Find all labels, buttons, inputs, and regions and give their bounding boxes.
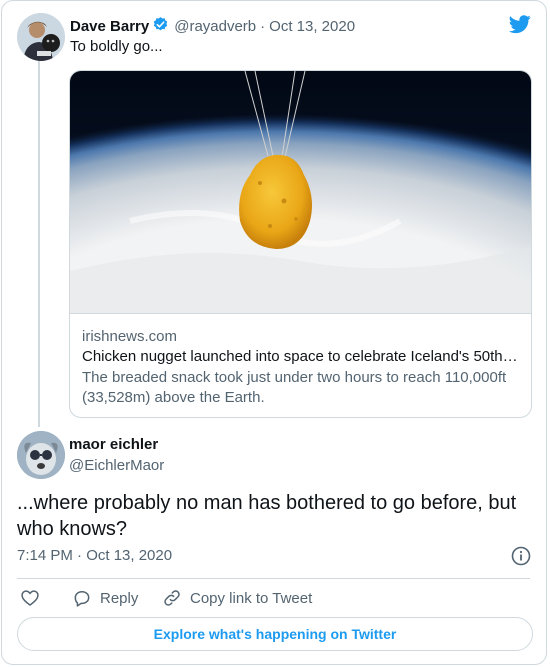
actions-divider <box>17 578 530 579</box>
author-handle[interactable]: @rayadverb <box>174 18 256 35</box>
link-preview-card[interactable]: irishnews.com Chicken nugget launched in… <box>69 70 532 418</box>
tweet-header: Dave Barry @rayadverb · Oct 13, 2020 <box>70 16 355 37</box>
speech-bubble-icon <box>74 591 90 607</box>
link-preview-image <box>70 71 531 313</box>
info-icon[interactable] <box>511 546 531 571</box>
tweet-text: To boldly go... <box>70 38 163 55</box>
reply-author-name[interactable]: maor eichler <box>69 436 158 453</box>
thread-connector-line <box>38 60 40 427</box>
reply-button[interactable]: Reply <box>72 588 138 608</box>
avatar-dave-barry[interactable] <box>17 13 65 61</box>
link-domain: irishnews.com <box>82 328 178 345</box>
avatar-maor-eichler[interactable] <box>17 431 65 479</box>
explore-twitter-button[interactable]: Explore what's happening on Twitter <box>17 617 533 651</box>
twitter-bird-icon[interactable] <box>508 13 532 40</box>
verified-badge-icon <box>152 16 169 37</box>
tweet-date[interactable]: Oct 13, 2020 <box>269 18 355 35</box>
reply-timestamp[interactable]: 7:14 PM · Oct 13, 2020 <box>17 547 172 564</box>
link-headline: Chicken nugget launched into space to ce… <box>82 348 518 365</box>
like-button[interactable] <box>20 588 40 608</box>
link-icon <box>164 590 180 606</box>
link-description: The breaded snack took just under two ho… <box>82 369 507 406</box>
heart-icon <box>21 590 39 606</box>
link-card-divider <box>70 313 531 314</box>
copy-link-button[interactable]: Copy link to Tweet <box>162 588 312 608</box>
reply-author-handle[interactable]: @EichlerMaor <box>69 457 164 474</box>
reply-text: ...where probably no man has bothered to… <box>17 492 517 540</box>
author-name[interactable]: Dave Barry <box>70 18 149 35</box>
reply-label: Reply <box>100 589 139 607</box>
header-separator: · <box>260 18 266 35</box>
copy-link-label: Copy link to Tweet <box>190 589 313 607</box>
